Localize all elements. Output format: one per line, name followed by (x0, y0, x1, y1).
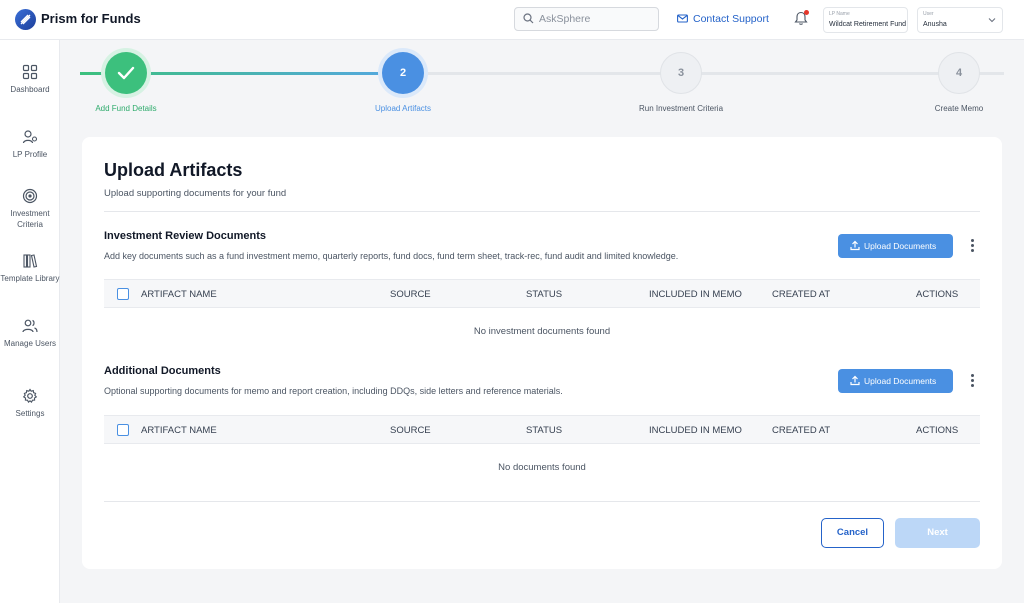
upload-documents-button[interactable]: Upload Documents (838, 369, 953, 393)
column-header-included-in-memo[interactable]: INCLUDED IN MEMO (649, 289, 742, 300)
users-icon (22, 319, 38, 333)
contact-support-label: Contact Support (693, 13, 769, 25)
sidebar-item-label: Manage Users (3, 339, 57, 348)
select-all-checkbox[interactable] (117, 288, 129, 300)
fund-select-value: Wildcat Retirement Fund (829, 21, 907, 28)
column-header-actions: ACTIONS (916, 425, 959, 436)
next-button[interactable]: Next (895, 518, 980, 548)
section-title-additional-documents: Additional Documents (104, 365, 221, 377)
notification-dot (804, 10, 809, 15)
progress-stepper: 2 3 4 Add Fund Details Upload Artifacts … (80, 50, 1004, 120)
section-title-investment-review: Investment Review Documents (104, 230, 266, 242)
notifications-button[interactable] (794, 10, 809, 31)
column-header-status[interactable]: STATUS (526, 289, 562, 300)
sidebar-item-label: Investment Criteria (10, 209, 50, 229)
section-description-investment-review: Add key documents such as a fund investm… (104, 251, 679, 261)
select-all-checkbox[interactable] (117, 424, 129, 436)
sidebar-item-investment-criteria[interactable]: Investment Criteria (0, 188, 60, 230)
search-placeholder: AskSphere (539, 13, 591, 25)
column-header-created-at[interactable]: CREATED AT (772, 425, 830, 436)
search-input[interactable]: AskSphere (514, 7, 659, 31)
sidebar-item-settings[interactable]: Settings (0, 388, 60, 419)
step-2-circle[interactable]: 2 (382, 52, 424, 94)
sidebar: Dashboard LP Profile Investment Criteria… (0, 40, 60, 603)
lp-profile-icon (22, 130, 38, 144)
upload-icon (850, 375, 860, 386)
column-header-included-in-memo[interactable]: INCLUDED IN MEMO (649, 425, 742, 436)
column-header-artifact-name[interactable]: ARTIFACT NAME (141, 289, 217, 300)
app-title: Prism for Funds (41, 11, 141, 26)
fund-select-label: LP Name (829, 11, 850, 17)
user-select-label: User (923, 11, 934, 17)
gear-icon (22, 388, 38, 403)
upload-documents-label: Upload Documents (864, 241, 937, 251)
step-1-circle[interactable] (105, 52, 147, 94)
upload-icon (850, 240, 860, 251)
library-icon (23, 254, 38, 268)
chevron-down-icon (988, 18, 996, 23)
step-2-label: Upload Artifacts (374, 104, 432, 113)
column-header-status[interactable]: STATUS (526, 425, 562, 436)
page-title: Upload Artifacts (104, 160, 243, 180)
target-icon (22, 188, 38, 204)
cancel-button[interactable]: Cancel (821, 518, 884, 548)
section-description-additional-documents: Optional supporting documents for memo a… (104, 386, 563, 396)
sidebar-item-template-library[interactable]: Template Library (0, 253, 60, 284)
mail-icon (677, 14, 688, 23)
upload-documents-button[interactable]: Upload Documents (838, 234, 953, 258)
dashboard-icon (22, 64, 38, 80)
check-icon (117, 66, 135, 80)
user-select[interactable]: User Anusha (917, 7, 1003, 33)
sidebar-item-label: Dashboard (10, 85, 50, 94)
column-header-source[interactable]: SOURCE (390, 289, 431, 300)
sidebar-item-label: LP Profile (12, 150, 48, 159)
sidebar-item-label: Settings (15, 409, 45, 418)
upload-documents-label: Upload Documents (864, 376, 937, 386)
step-3-circle[interactable]: 3 (660, 52, 702, 94)
stepper-track-pending (403, 72, 1004, 75)
upload-artifacts-card: Upload Artifacts Upload supporting docum… (82, 137, 1002, 569)
step-3-label: Run Investment Criteria (638, 104, 724, 113)
top-bar: Prism for Funds AskSphere Contact Suppor… (0, 0, 1024, 40)
sidebar-item-dashboard[interactable]: Dashboard (0, 64, 60, 95)
empty-state-message: No investment documents found (473, 326, 611, 337)
sidebar-item-lp-profile[interactable]: LP Profile (0, 129, 60, 160)
step-4-circle[interactable]: 4 (938, 52, 980, 94)
empty-state-message: No documents found (498, 462, 586, 473)
column-header-created-at[interactable]: CREATED AT (772, 289, 830, 300)
search-icon (523, 13, 534, 24)
user-select-value: Anusha (923, 21, 947, 28)
column-header-source[interactable]: SOURCE (390, 425, 431, 436)
fund-select[interactable]: LP Name Wildcat Retirement Fund (823, 7, 908, 33)
divider (104, 211, 980, 212)
sidebar-item-manage-users[interactable]: Manage Users (0, 318, 60, 349)
column-header-artifact-name[interactable]: ARTIFACT NAME (141, 425, 217, 436)
table-header: ARTIFACT NAME SOURCE STATUS INCLUDED IN … (104, 415, 980, 444)
sidebar-item-label: Template Library (0, 274, 60, 283)
step-4-label: Create Memo (934, 104, 984, 113)
step-1-label: Add Fund Details (95, 104, 157, 113)
column-header-actions: ACTIONS (916, 289, 959, 300)
prism-logo-icon[interactable] (15, 9, 36, 30)
page-subtitle: Upload supporting documents for your fun… (104, 188, 287, 199)
table-header: ARTIFACT NAME SOURCE STATUS INCLUDED IN … (104, 279, 980, 308)
more-options-icon[interactable] (968, 238, 976, 254)
divider (104, 501, 980, 502)
more-options-icon[interactable] (968, 373, 976, 389)
